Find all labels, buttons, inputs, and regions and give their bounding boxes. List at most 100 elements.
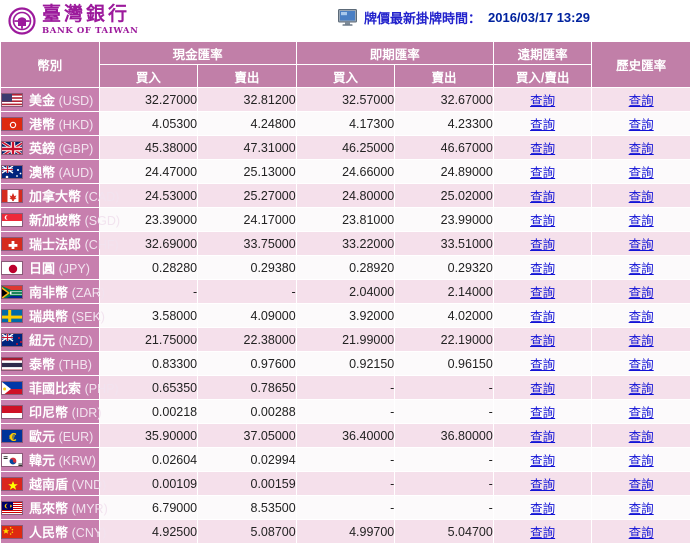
history-rate-cell: 查詢 (592, 400, 690, 423)
cell-cash-buy: 4.05300 (99, 112, 198, 135)
forward-query-link[interactable]: 查詢 (530, 190, 555, 204)
th-history-group: 歷史匯率 (592, 42, 690, 87)
forward-query-link[interactable]: 查詢 (530, 382, 555, 396)
cell-cash-sell: 0.97600 (198, 352, 296, 375)
currency-cell: 新加坡幣 (SGD) (1, 208, 120, 231)
table-row: 美金 (USD) 32.27000 32.81200 32.57000 32.67000… (1, 88, 690, 111)
history-query-link[interactable]: 查詢 (629, 406, 654, 420)
forward-query-link[interactable]: 查詢 (530, 454, 555, 468)
flag-nz-icon (1, 333, 23, 347)
history-query-link[interactable]: 查詢 (629, 478, 654, 492)
forward-query-link[interactable]: 查詢 (530, 502, 555, 516)
currency-cell: 印尼幣 (IDR) (1, 400, 101, 423)
table-row: 菲國比索 (PHP) 0.65350 0.78650- - 查詢 查詢 (1, 376, 690, 399)
currency-name: 泰幣 (29, 357, 59, 372)
header-row-sub: 買入 賣出 買入 賣出 買入/賣出 (1, 65, 690, 87)
table-row: 新加坡幣 (SGD) 23.39000 24.17000 23.81000 23.990… (1, 208, 690, 231)
history-query-link[interactable]: 查詢 (629, 310, 654, 324)
forward-query-link[interactable]: 查詢 (530, 166, 555, 180)
timestamp-value: 2016/03/17 13:29 (488, 10, 590, 25)
forward-rate-cell: 查詢 (493, 160, 592, 183)
forward-query-link[interactable]: 查詢 (530, 478, 555, 492)
currency-cell: 歐元 (EUR) (1, 424, 99, 447)
flag-gb-icon (1, 141, 23, 155)
history-query-link[interactable]: 查詢 (629, 94, 654, 108)
forward-query-link[interactable]: 查詢 (530, 286, 555, 300)
forward-query-link[interactable]: 查詢 (530, 406, 555, 420)
history-query-link[interactable]: 查詢 (629, 166, 654, 180)
forward-query-link[interactable]: 查詢 (530, 526, 555, 540)
timestamp-label: 牌價最新掛牌時間： (364, 11, 482, 26)
bank-logo[interactable]: 臺灣銀行 BANK OF TAIWAN (0, 5, 139, 36)
cell-cash-buy: 0.00218 (99, 400, 198, 423)
forward-query-link[interactable]: 查詢 (530, 118, 555, 132)
cell-spot-buy: - (296, 400, 395, 423)
table-row: 紐元 (NZD) 21.75000 22.38000 21.99000 22.19000… (1, 328, 690, 351)
history-query-link[interactable]: 查詢 (629, 262, 654, 276)
history-query-link[interactable]: 查詢 (629, 334, 654, 348)
cell-cash-buy: 32.27000 (99, 88, 198, 111)
cell-spot-buy: 21.99000 (296, 328, 395, 351)
history-rate-cell: 查詢 (592, 448, 690, 471)
forward-rate-cell: 查詢 (493, 304, 592, 327)
forward-query-link[interactable]: 查詢 (530, 430, 555, 444)
cell-cash-sell: 0.29380 (198, 256, 296, 279)
history-query-link[interactable]: 查詢 (629, 358, 654, 372)
history-query-link[interactable]: 查詢 (629, 286, 654, 300)
table-head: 幣別 現金匯率 即期匯率 遠期匯率 歷史匯率 買入 賣出 買入 賣出 買入/賣出 (1, 42, 690, 87)
currency-cell: 泰幣 (THB) (1, 352, 99, 375)
page-header: 臺灣銀行 BANK OF TAIWAN 牌價最新掛牌時間： 2016/03/17… (0, 0, 691, 41)
cell-cash-sell: 25.27000 (198, 184, 296, 207)
bank-name-en: BANK OF TAIWAN (42, 26, 139, 37)
header-row-group: 幣別 現金匯率 即期匯率 遠期匯率 歷史匯率 (1, 42, 690, 87)
history-query-link[interactable]: 查詢 (629, 190, 654, 204)
currency-name: 人民幣 (29, 525, 72, 540)
th-spot-sell: 賣出 (395, 65, 493, 87)
monitor-icon (338, 9, 357, 26)
history-rate-cell: 查詢 (592, 424, 690, 447)
currency-code: (NZD) (58, 334, 93, 348)
flag-au-icon (1, 165, 23, 179)
cell-spot-sell: 22.19000 (395, 328, 493, 351)
flag-us-icon (1, 93, 23, 107)
cell-spot-sell: 0.96150 (395, 352, 493, 375)
history-query-link[interactable]: 查詢 (629, 502, 654, 516)
cell-spot-buy: 23.81000 (296, 208, 395, 231)
history-query-link[interactable]: 查詢 (629, 238, 654, 252)
currency-cell: 人民幣 (CNY) (1, 520, 106, 543)
forward-query-link[interactable]: 查詢 (530, 94, 555, 108)
table-row: 英鎊 (GBP) 45.38000 47.31000 46.25000 46.67000… (1, 136, 690, 159)
forward-query-link[interactable]: 查詢 (530, 214, 555, 228)
cell-cash-sell: 47.31000 (198, 136, 296, 159)
history-rate-cell: 查詢 (592, 376, 690, 399)
history-query-link[interactable]: 查詢 (629, 526, 654, 540)
history-query-link[interactable]: 查詢 (629, 454, 654, 468)
forward-rate-cell: 查詢 (493, 280, 592, 303)
cell-spot-buy: 2.04000 (296, 280, 395, 303)
forward-query-link[interactable]: 查詢 (530, 358, 555, 372)
cell-cash-buy: 35.90000 (99, 424, 198, 447)
currency-cell: 馬來幣 (MYR) (1, 496, 108, 519)
forward-rate-cell: 查詢 (493, 376, 592, 399)
currency-name: 美金 (29, 93, 59, 108)
table-row: 韓元 (KRW) 0.02604 0.02994- - 查詢 查詢 (1, 448, 690, 471)
forward-query-link[interactable]: 查詢 (530, 262, 555, 276)
bank-name-cn: 臺灣銀行 (42, 3, 131, 26)
forward-query-link[interactable]: 查詢 (530, 238, 555, 252)
table-body: 美金 (USD) 32.27000 32.81200 32.57000 32.67000… (1, 88, 690, 543)
currency-cell: 瑞典幣 (SEK) (1, 304, 105, 327)
cell-cash-sell: 4.24800 (198, 112, 296, 135)
forward-query-link[interactable]: 查詢 (530, 142, 555, 156)
history-query-link[interactable]: 查詢 (629, 142, 654, 156)
currency-name: 越南盾 (29, 477, 72, 492)
history-query-link[interactable]: 查詢 (629, 382, 654, 396)
forward-query-link[interactable]: 查詢 (530, 334, 555, 348)
forward-rate-cell: 查詢 (493, 496, 592, 519)
currency-name: 菲國比索 (29, 381, 85, 396)
cell-cash-sell: 4.09000 (198, 304, 296, 327)
forward-query-link[interactable]: 查詢 (530, 310, 555, 324)
history-query-link[interactable]: 查詢 (629, 118, 654, 132)
history-query-link[interactable]: 查詢 (629, 214, 654, 228)
cell-spot-buy: 24.66000 (296, 160, 395, 183)
history-query-link[interactable]: 查詢 (629, 430, 654, 444)
